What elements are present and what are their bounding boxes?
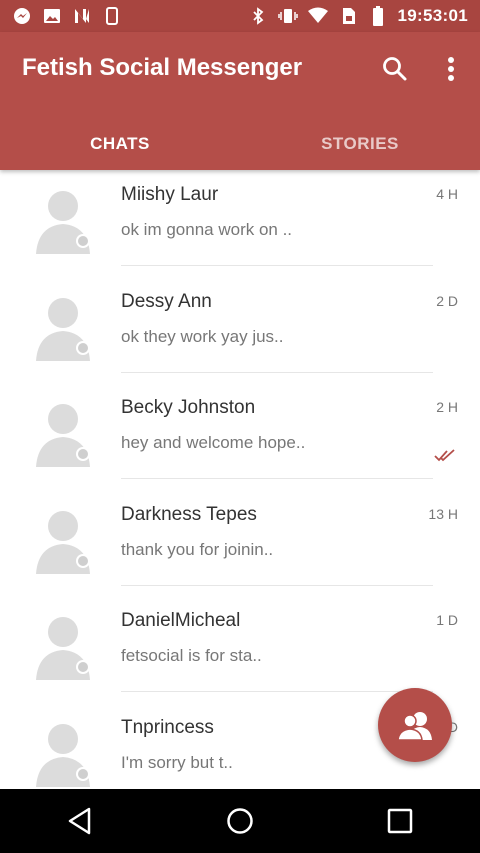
chat-name: Becky Johnston [121,397,256,418]
divider [121,265,433,266]
chat-snippet: hey and welcome hope.. [121,433,306,452]
tab-stories[interactable]: STORIES [240,118,480,170]
chat-snippet: thank you for joinin.. [121,539,274,559]
app-title: Fetish Social Messenger [22,54,303,81]
avatar-placeholder-icon [36,510,90,574]
chat-time: 2 H [436,399,458,415]
tab-indicator [0,166,240,170]
chat-time: 13 H [428,505,458,522]
contacts-icon [398,712,432,740]
chat-time: 4 H [436,186,458,202]
more-options-button[interactable] [436,52,466,86]
chat-time: 1 D [436,612,458,628]
avatar-placeholder-icon [36,404,90,467]
recents-button[interactable] [375,796,425,846]
divider [121,371,433,373]
search-icon [383,57,407,81]
divider [121,478,433,479]
tab-chats[interactable]: CHATS [0,118,240,170]
image-icon [42,6,62,26]
home-icon [227,808,253,834]
recents-icon [387,808,413,834]
wifi-icon [307,6,328,26]
double-check-icon [434,449,455,462]
status-time: 19:53:01 [397,6,468,25]
n-icon [72,6,92,26]
avatar-placeholder-icon [36,617,90,680]
status-bar: 19:53:01 [0,0,480,32]
chat-snippet: ok im gonna work on .. [121,220,293,239]
chat-item[interactable]: Dessy Ann ok they work yay jus.. 2 D [0,279,480,386]
chat-snippet: fetsocial is for sta.. [121,646,262,665]
divider [121,584,433,586]
chat-name: Darkness Tepes [121,503,257,525]
navigation-bar [0,789,480,853]
contacts-fab-button[interactable] [378,688,452,762]
messenger-icon [12,6,32,26]
chat-name: Miishy Laur [121,184,219,205]
chat-snippet: I'm sorry but t.. [121,752,233,772]
battery-icon [368,6,388,26]
divider [121,691,433,692]
phone-icon [102,6,122,26]
app-bar: Fetish Social Messenger CHATS STORIES [0,32,480,170]
avatar-placeholder-icon [36,723,90,787]
sim-icon [338,6,358,26]
back-button[interactable] [55,796,105,846]
chat-name: Dessy Ann [121,290,212,312]
chat-time: 2 D [436,292,458,309]
avatar-placeholder-icon [36,297,90,361]
vibrate-icon [277,6,298,26]
more-vert-icon [448,57,454,81]
avatar-placeholder-icon [36,191,90,254]
chat-item[interactable]: Becky Johnston hey and welcome hope.. 2 … [0,385,480,492]
search-button[interactable] [378,52,412,86]
chat-item[interactable]: Miishy Laur ok im gonna work on .. 4 H [0,172,480,279]
chat-name: DanielMicheal [121,610,241,631]
chat-snippet: ok they work yay jus.. [121,326,284,346]
bluetooth-icon [248,6,268,26]
home-button[interactable] [215,796,265,846]
chat-name: Tnprincess [121,716,214,738]
back-icon [68,807,91,835]
chat-item[interactable]: Darkness Tepes thank you for joinin.. 13… [0,492,480,599]
